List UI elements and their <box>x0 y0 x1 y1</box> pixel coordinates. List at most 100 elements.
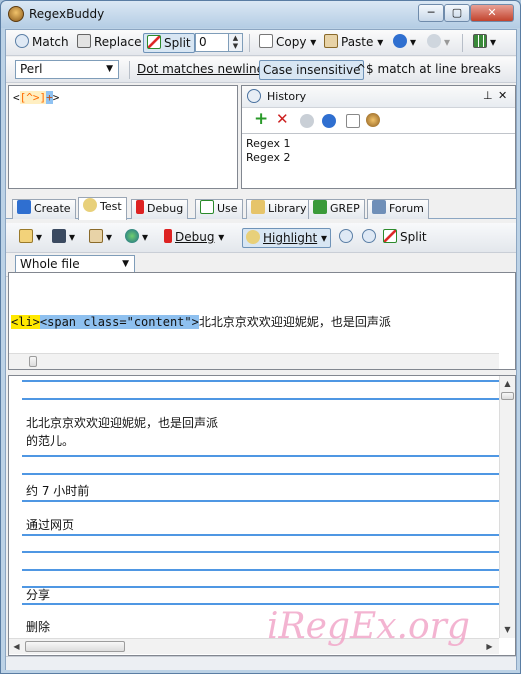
tab-create[interactable]: Create <box>12 199 76 219</box>
history-item[interactable]: Regex 2 <box>246 151 290 164</box>
scrollbar-thumb[interactable] <box>25 641 125 652</box>
line-breaks-toggle[interactable]: ^$ match at line breaks <box>353 60 504 80</box>
open-folder-icon <box>19 229 33 243</box>
web-button[interactable]: ▾ <box>122 228 151 248</box>
vertical-scrollbar[interactable]: ▲ ▼ <box>499 376 515 638</box>
match-highlight: <li> <box>11 315 40 329</box>
result-text: 约 7 小时前 <box>26 484 90 498</box>
highlight-button[interactable]: Highlight ▾ <box>242 228 332 248</box>
tab-create-label: Create <box>34 202 71 215</box>
match-button[interactable]: Match <box>12 33 72 53</box>
open-file-button[interactable]: ▾ <box>16 228 45 248</box>
toolbar-separator <box>462 34 463 52</box>
dot-newline-toggle[interactable]: Dot matches newline <box>134 60 267 80</box>
split-button[interactable]: Split <box>143 33 195 53</box>
zoom-out-icon <box>339 229 353 243</box>
redo-button[interactable]: ▾ <box>424 33 453 53</box>
bug-icon <box>136 200 144 214</box>
regex-close: > <box>52 91 60 104</box>
delete-icon[interactable]: ✕ <box>276 111 289 127</box>
highlight-label: Highlight <box>263 231 318 245</box>
split-count-spinner[interactable]: ▲ ▼ <box>228 33 243 52</box>
replace-button[interactable]: Replace <box>74 33 144 53</box>
move-up-icon[interactable] <box>300 114 314 128</box>
clipboard-button[interactable]: ▾ <box>86 228 115 248</box>
options-toolbar: Perl ▼ Dot matches newline Case insensit… <box>6 57 516 83</box>
history-title: History <box>267 90 307 103</box>
history-header: History ⊥ ✕ <box>242 86 515 108</box>
maximize-button[interactable]: ▢ <box>444 4 470 22</box>
close-button[interactable]: ✕ <box>470 4 514 22</box>
split-separator <box>22 534 499 536</box>
paste-button[interactable]: Paste ▾ <box>321 33 386 53</box>
tab-use[interactable]: Use <box>195 199 243 219</box>
save-icon <box>52 229 66 243</box>
tab-forum[interactable]: Forum <box>367 199 429 219</box>
tab-library[interactable]: Library <box>246 199 312 219</box>
tab-forum-label: Forum <box>389 202 424 215</box>
test-split-button[interactable]: Split <box>380 228 430 248</box>
history-list: Regex 1 Regex 2 <box>242 133 515 189</box>
split-count-input[interactable]: 0 <box>195 33 230 52</box>
minimize-button[interactable]: ─ <box>418 4 444 22</box>
undo-icon <box>393 34 407 48</box>
scope-value: Whole file <box>20 257 80 271</box>
client-area: Match Replace Split 0 ▲ ▼ Copy ▾ Paste ▾ … <box>5 29 517 670</box>
next-match-button[interactable] <box>359 228 382 248</box>
layout-grid-icon <box>473 34 487 48</box>
regexbuddy-icon[interactable] <box>366 113 380 127</box>
title-bar[interactable]: RegexBuddy ─ ▢ ✕ <box>1 1 520 28</box>
app-window: RegexBuddy ─ ▢ ✕ Match Replace Split 0 ▲… <box>0 0 521 674</box>
magnifier-icon <box>246 230 260 244</box>
history-panel: History ⊥ ✕ + ✕ Regex 1 Regex 2 <box>241 85 516 189</box>
tab-grep[interactable]: GREP <box>308 199 365 219</box>
regex-editor[interactable]: <[^>]+> <box>8 85 238 189</box>
result-text: 删除 <box>26 620 51 634</box>
debug-label: Debug <box>175 230 215 244</box>
scroll-left-icon[interactable]: ◀ <box>9 639 24 654</box>
scroll-up-icon[interactable]: ▲ <box>500 376 515 391</box>
split-label: Split <box>164 36 191 50</box>
pin-icon[interactable]: ⊥ <box>483 89 493 102</box>
flavor-select[interactable]: Perl ▼ <box>15 60 119 79</box>
test-subject-editor[interactable]: <li><span class="content">北北京京欢欢迎迎妮妮，也是回… <box>8 272 516 370</box>
scroll-down-icon[interactable]: ▼ <box>500 622 515 637</box>
tab-grep-label: GREP <box>330 202 360 215</box>
copy-label: Copy <box>276 35 307 49</box>
split-separator <box>22 586 499 588</box>
undo-button[interactable]: ▾ <box>390 33 419 53</box>
split-separator <box>22 473 499 475</box>
layout-button[interactable]: ▾ <box>470 33 499 53</box>
bug-icon <box>164 229 172 243</box>
paste-label: Paste <box>341 35 374 49</box>
save-button[interactable]: ▾ <box>49 228 78 248</box>
case-insensitive-label: Case insensitive <box>263 63 361 77</box>
case-insensitive-toggle[interactable]: Case insensitive <box>259 60 365 80</box>
scroll-right-icon[interactable]: ▶ <box>482 639 497 654</box>
globe-icon <box>125 229 139 243</box>
split-separator <box>22 500 499 502</box>
history-item[interactable]: Regex 1 <box>246 137 290 150</box>
copy-button[interactable]: Copy ▾ <box>256 33 319 53</box>
regex-text: <[^>]+> <box>13 91 59 104</box>
create-icon <box>17 200 31 214</box>
add-icon[interactable]: + <box>254 110 268 128</box>
scrollbar-thumb[interactable] <box>501 392 514 400</box>
split-separator <box>22 380 499 382</box>
previous-match-button[interactable] <box>336 228 359 248</box>
split-separator <box>22 551 499 553</box>
zoom-in-icon <box>362 229 376 243</box>
move-down-icon[interactable] <box>322 114 336 128</box>
tab-debug[interactable]: Debug <box>131 199 189 219</box>
horizontal-scrollbar[interactable] <box>9 353 499 369</box>
test-line: <li><span class="content">北北京京欢欢迎迎妮妮，也是回… <box>11 313 435 332</box>
line-breaks-label: ^$ match at line breaks <box>356 62 501 76</box>
result-text: 分享 <box>26 588 51 602</box>
scrollbar-thumb[interactable] <box>29 356 37 367</box>
close-panel-icon[interactable]: ✕ <box>498 89 507 102</box>
tab-debug-label: Debug <box>147 202 184 215</box>
debug-button[interactable]: Debug ▾ <box>161 228 227 248</box>
new-document-icon[interactable] <box>346 114 360 128</box>
tab-test[interactable]: Test <box>78 197 127 220</box>
grep-icon <box>313 200 327 214</box>
